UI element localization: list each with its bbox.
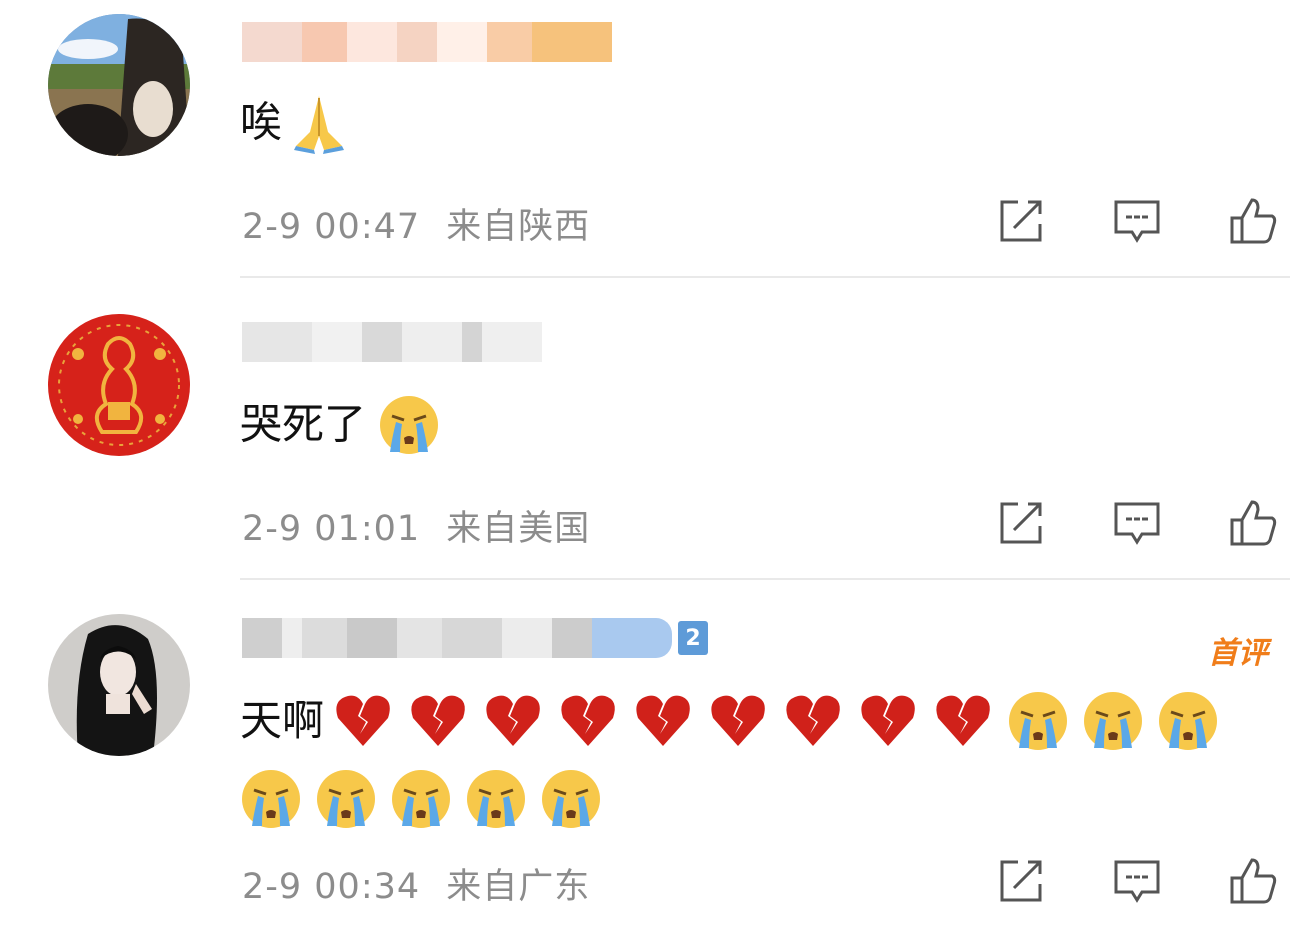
share-icon[interactable] bbox=[996, 856, 1046, 906]
crying-emoji bbox=[378, 394, 440, 456]
comment-meta: 2-9 01:01 来自美国 bbox=[242, 500, 604, 551]
crying-emoji bbox=[1157, 690, 1219, 752]
comment-content: 哭死了 bbox=[240, 392, 453, 456]
comment-content: 天啊 bbox=[240, 688, 1260, 752]
avatar[interactable] bbox=[48, 314, 190, 456]
comment-location: 来自美国 bbox=[446, 509, 591, 549]
comment-meta: 2-9 00:34 来自广东 bbox=[242, 858, 604, 909]
broken-heart-emoji bbox=[782, 690, 844, 752]
comment-content-line2 bbox=[240, 766, 615, 830]
broken-heart-emoji bbox=[707, 690, 769, 752]
crying-emoji bbox=[1082, 690, 1144, 752]
comment-actions bbox=[996, 498, 1278, 548]
broken-heart-emoji bbox=[557, 690, 619, 752]
level-badge: 2 bbox=[678, 621, 708, 655]
broken-heart-emoji bbox=[632, 690, 694, 752]
share-icon[interactable] bbox=[996, 196, 1046, 246]
comment-text: 天啊 bbox=[240, 695, 325, 745]
avatar[interactable] bbox=[48, 14, 190, 156]
comment-actions bbox=[996, 856, 1278, 906]
crying-emoji bbox=[390, 768, 452, 830]
divider bbox=[240, 276, 1290, 278]
comment-content: 唉 bbox=[240, 90, 363, 154]
pray-emoji bbox=[288, 92, 350, 154]
comment-time: 2-9 00:47 bbox=[242, 207, 421, 247]
username-blurred[interactable] bbox=[242, 322, 542, 362]
comment-meta: 2-9 00:47 来自陕西 bbox=[242, 198, 604, 249]
comment-time: 2-9 01:01 bbox=[242, 509, 421, 549]
broken-heart-emoji bbox=[482, 690, 544, 752]
thumbs-up-icon[interactable] bbox=[1228, 196, 1278, 246]
broken-heart-emoji bbox=[932, 690, 994, 752]
crying-emoji bbox=[1007, 690, 1069, 752]
broken-heart-emoji bbox=[332, 690, 394, 752]
thumbs-up-icon[interactable] bbox=[1228, 498, 1278, 548]
comment-icon[interactable] bbox=[1112, 196, 1162, 246]
thumbs-up-icon[interactable] bbox=[1228, 856, 1278, 906]
avatar[interactable] bbox=[48, 614, 190, 756]
comment-location: 来自广东 bbox=[446, 867, 591, 907]
comment-time: 2-9 00:34 bbox=[242, 867, 421, 907]
crying-emoji bbox=[240, 768, 302, 830]
comment-text: 唉 bbox=[240, 97, 283, 147]
share-icon[interactable] bbox=[996, 498, 1046, 548]
first-comment-badge: 首评 bbox=[1208, 636, 1268, 671]
username-blurred[interactable] bbox=[242, 22, 612, 62]
broken-heart-emoji bbox=[407, 690, 469, 752]
username-blurred[interactable]: 2 bbox=[242, 618, 708, 658]
crying-emoji bbox=[465, 768, 527, 830]
crying-emoji bbox=[315, 768, 377, 830]
comment-location: 来自陕西 bbox=[446, 207, 591, 247]
comment-icon[interactable] bbox=[1112, 498, 1162, 548]
crying-emoji bbox=[540, 768, 602, 830]
comment-icon[interactable] bbox=[1112, 856, 1162, 906]
comment-text: 哭死了 bbox=[240, 399, 367, 449]
broken-heart-emoji bbox=[857, 690, 919, 752]
comment-actions bbox=[996, 196, 1278, 246]
divider bbox=[240, 578, 1290, 580]
